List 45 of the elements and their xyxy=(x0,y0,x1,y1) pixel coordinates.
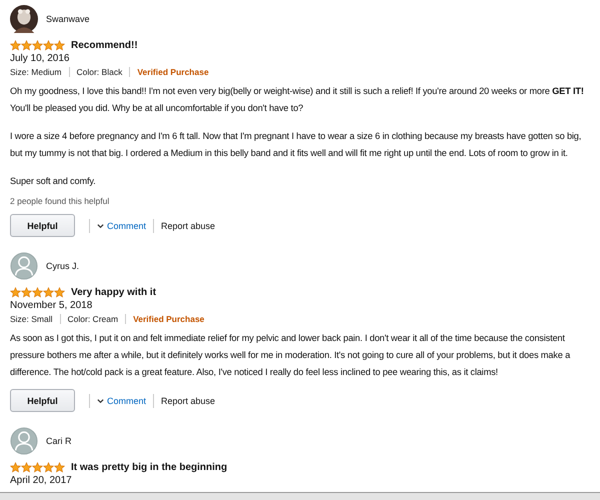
star-icon xyxy=(43,462,54,473)
chevron-icon xyxy=(97,398,104,404)
verified-purchase-label: Verified Purchase xyxy=(133,314,204,324)
star-icon xyxy=(54,462,65,473)
star-icon xyxy=(10,40,21,51)
review-text: I wore a size 4 before pregnancy and I'm 6 ft tall. Now that I'm pregnant I have to wear a size 6 in clothing because my breasts have gotten so big, but my tummy is not that big. I ordered a Medium in this belly band and it fits well and will fit me right up until the end. Lots of room to grow in it. xyxy=(10,130,582,160)
review-title[interactable]: Recommend!! xyxy=(71,40,138,51)
product-variant[interactable]: Size: Small xyxy=(10,314,53,324)
helpful-button[interactable]: Helpful xyxy=(10,389,75,412)
helpful-button[interactable]: Helpful xyxy=(10,214,75,237)
reviewer-name: Cyrus J. xyxy=(46,261,80,271)
review-text: Super soft and comfy. xyxy=(10,175,97,188)
review-date: November 5, 2018 xyxy=(10,300,94,311)
review-date: July 10, 2016 xyxy=(10,53,70,64)
comment-link[interactable]: Comment xyxy=(97,220,146,230)
star-icon xyxy=(32,287,43,298)
star-icon xyxy=(10,287,21,298)
product-variant[interactable]: Color: Cream xyxy=(68,314,118,324)
star-icon xyxy=(21,287,32,298)
helpful-count: 2 people found this helpful xyxy=(10,196,110,206)
review-title[interactable]: Very happy with it xyxy=(71,287,156,298)
star-icon xyxy=(32,40,43,51)
star-icon xyxy=(43,287,54,298)
review-text: As soon as I got this, I put it on and felt immediate relief for my pelvic and lower back pain. I don't wear it all of the time because the consistent pressure bothers me after a while, but it definitely works well for me in moderation. It's not going to cure all of your problems, but it does make a difference. The hot/cold pack is a great feature. Also, I've noticed I really do feel less inclined to pee wearing this, as it claims! xyxy=(10,332,572,379)
avatar-icon xyxy=(10,427,38,455)
reviewer-name: Cari R xyxy=(46,436,72,446)
review-date: April 20, 2017 xyxy=(10,475,73,486)
star-icon xyxy=(54,40,65,51)
star-icon xyxy=(32,462,43,473)
report-abuse-link[interactable]: Report abuse xyxy=(161,396,216,406)
review-text: Oh my goodness, I love this band!! I'm not even very big(belly or weight-wise) and it still is such a relief! If you're around 20 weeks or more GET IT! You'll be pleased you did. Why be at all uncomfortable if you don't have to? xyxy=(10,85,585,115)
product-variant[interactable]: Size: Medium xyxy=(10,67,62,77)
review-title[interactable]: It was pretty big in the beginning xyxy=(71,462,228,473)
report-abuse-link[interactable]: Report abuse xyxy=(161,220,216,230)
star-icon xyxy=(43,40,54,51)
verified-purchase-label: Verified Purchase xyxy=(137,67,209,77)
avatar-icon xyxy=(10,252,38,280)
product-variant[interactable]: Color: Black xyxy=(76,67,122,77)
reviewer-name: Swanwave xyxy=(46,14,90,24)
star-icon xyxy=(21,40,32,51)
star-icon xyxy=(10,462,21,473)
star-icon xyxy=(54,287,65,298)
star-icon xyxy=(21,462,32,473)
comment-link[interactable]: Comment xyxy=(97,396,146,406)
chevron-icon xyxy=(97,222,104,228)
